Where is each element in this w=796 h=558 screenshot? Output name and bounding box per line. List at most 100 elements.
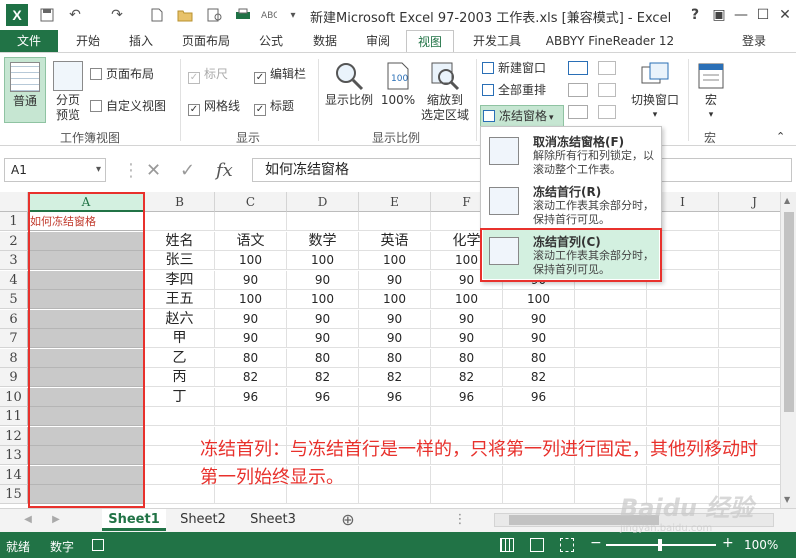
table-cell[interactable]: 90 — [431, 309, 503, 329]
table-cell[interactable] — [287, 212, 359, 231]
formula-bar-checkbox[interactable]: ✓ 编辑栏 — [254, 67, 306, 84]
minimize-icon[interactable]: — — [730, 4, 752, 26]
table-cell[interactable]: 张三 — [145, 251, 215, 270]
table-cell[interactable]: 82 — [431, 368, 503, 387]
scroll-down-icon[interactable]: ▼ — [784, 495, 790, 504]
column-header-e[interactable]: E — [359, 192, 431, 212]
synchronous-scrolling-icon[interactable] — [598, 83, 616, 97]
table-cell[interactable]: 96 — [503, 387, 575, 407]
new-sheet-icon[interactable]: ⊕ — [336, 509, 360, 531]
gridlines-checkbox[interactable]: ✓ 网格线 — [188, 99, 240, 116]
collapse-ribbon-icon[interactable]: ⌃ — [776, 129, 785, 144]
table-cell[interactable]: 数学 — [287, 231, 359, 251]
tab-file[interactable]: 文件 — [0, 30, 58, 52]
table-cell[interactable]: 80 — [359, 348, 431, 368]
quick-print-icon[interactable] — [234, 6, 252, 24]
cell-column-a[interactable] — [28, 485, 145, 504]
scroll-sheets-left-icon[interactable]: ◀ — [20, 509, 36, 531]
table-cell[interactable] — [215, 407, 287, 426]
table-cell[interactable] — [575, 309, 647, 329]
column-header-c[interactable]: C — [215, 192, 287, 212]
table-cell[interactable] — [145, 212, 215, 231]
undo-icon[interactable]: ↶ — [66, 6, 84, 24]
tab-review[interactable]: 审阅 — [356, 30, 400, 52]
cell-column-a[interactable] — [28, 407, 145, 426]
zoom-level[interactable]: 100% — [744, 538, 778, 552]
ribbon-display-options-icon[interactable]: ▣ — [708, 4, 730, 26]
cell-column-a[interactable] — [28, 387, 145, 407]
table-cell[interactable]: 90 — [359, 329, 431, 348]
scrollbar-thumb[interactable] — [784, 212, 794, 412]
column-header-j[interactable]: J — [719, 192, 780, 212]
save-icon[interactable] — [38, 6, 56, 24]
page-layout-view-button[interactable]: 页面布局 — [90, 67, 154, 82]
tab-home[interactable]: 开始 — [64, 30, 112, 52]
table-cell[interactable] — [575, 368, 647, 387]
row-header[interactable]: 11 — [0, 407, 28, 426]
table-cell[interactable] — [647, 368, 719, 387]
table-cell[interactable] — [215, 212, 287, 231]
column-header-a[interactable]: A — [28, 192, 145, 212]
table-cell[interactable]: 90 — [215, 270, 287, 290]
table-cell[interactable] — [647, 329, 719, 348]
macros-button[interactable]: 宏 ▾ — [694, 61, 728, 123]
table-cell[interactable] — [359, 407, 431, 426]
select-all-corner[interactable] — [0, 192, 28, 212]
table-cell[interactable]: 82 — [503, 368, 575, 387]
table-cell[interactable] — [647, 348, 719, 368]
split-icon[interactable] — [568, 61, 588, 75]
table-cell[interactable] — [719, 271, 780, 290]
macro-record-icon[interactable] — [92, 539, 104, 551]
menu-item-unfreeze-panes[interactable]: 取消冻结窗格(F) 解除所有行和列锁定，以滚动整个工作表。 — [483, 129, 659, 179]
table-cell[interactable]: 语文 — [215, 231, 287, 251]
table-cell[interactable]: 82 — [359, 368, 431, 387]
hide-window-icon[interactable] — [568, 83, 588, 97]
table-cell[interactable] — [719, 290, 780, 309]
cell-column-a[interactable] — [28, 348, 145, 368]
normal-view-icon[interactable] — [500, 538, 514, 552]
row-header[interactable]: 13 — [0, 446, 28, 465]
zoom-to-selection-button[interactable]: 缩放到 选定区域 — [420, 61, 470, 123]
table-cell[interactable]: 90 — [503, 309, 575, 329]
table-cell[interactable] — [719, 212, 780, 231]
table-cell[interactable] — [575, 407, 647, 426]
table-cell[interactable]: 100 — [359, 290, 431, 309]
unhide-window-icon[interactable] — [568, 105, 588, 119]
table-cell[interactable]: 100 — [431, 290, 503, 309]
row-header[interactable]: 10 — [0, 387, 28, 407]
cell-column-a[interactable] — [28, 426, 145, 446]
table-cell[interactable]: 96 — [431, 387, 503, 407]
scroll-sheets-right-icon[interactable]: ▶ — [48, 509, 64, 531]
cell-column-a[interactable] — [28, 329, 145, 348]
sheet-tab-sheet2[interactable]: Sheet2 — [170, 509, 236, 531]
row-header[interactable]: 9 — [0, 368, 28, 387]
switch-windows-button[interactable]: 切换窗口 ▾ — [626, 61, 684, 123]
spelling-icon[interactable]: ABC — [260, 6, 278, 24]
row-header[interactable]: 5 — [0, 290, 28, 309]
zoom-button[interactable]: 显示比例 — [324, 61, 374, 108]
table-cell[interactable]: 80 — [215, 348, 287, 368]
cell-column-a[interactable] — [28, 231, 145, 251]
table-cell[interactable] — [719, 310, 780, 329]
maximize-icon[interactable]: ☐ — [752, 4, 774, 26]
scroll-up-icon[interactable]: ▲ — [784, 196, 790, 205]
table-cell[interactable] — [575, 290, 647, 309]
table-cell[interactable] — [145, 407, 215, 426]
table-cell[interactable] — [647, 290, 719, 309]
cell-column-a[interactable]: 如何冻结窗格 — [28, 212, 145, 231]
table-cell[interactable] — [359, 212, 431, 231]
sheet-tab-sheet3[interactable]: Sheet3 — [240, 509, 306, 531]
table-cell[interactable]: 100 — [215, 251, 287, 270]
table-cell[interactable]: 90 — [215, 329, 287, 348]
table-cell[interactable]: 96 — [215, 387, 287, 407]
tab-data[interactable]: 数据 — [302, 30, 348, 52]
login-link[interactable]: 登录 — [734, 30, 774, 52]
close-icon[interactable]: ✕ — [774, 4, 796, 26]
zoom-slider-handle[interactable] — [658, 539, 662, 551]
table-cell[interactable]: 100 — [503, 290, 575, 309]
redo-icon[interactable]: ↷ — [108, 6, 126, 24]
table-cell[interactable]: 82 — [215, 368, 287, 387]
table-cell[interactable]: 乙 — [145, 348, 215, 368]
table-cell[interactable] — [719, 232, 780, 251]
freeze-panes-button[interactable]: 冻结窗格 ▾ — [480, 105, 564, 127]
